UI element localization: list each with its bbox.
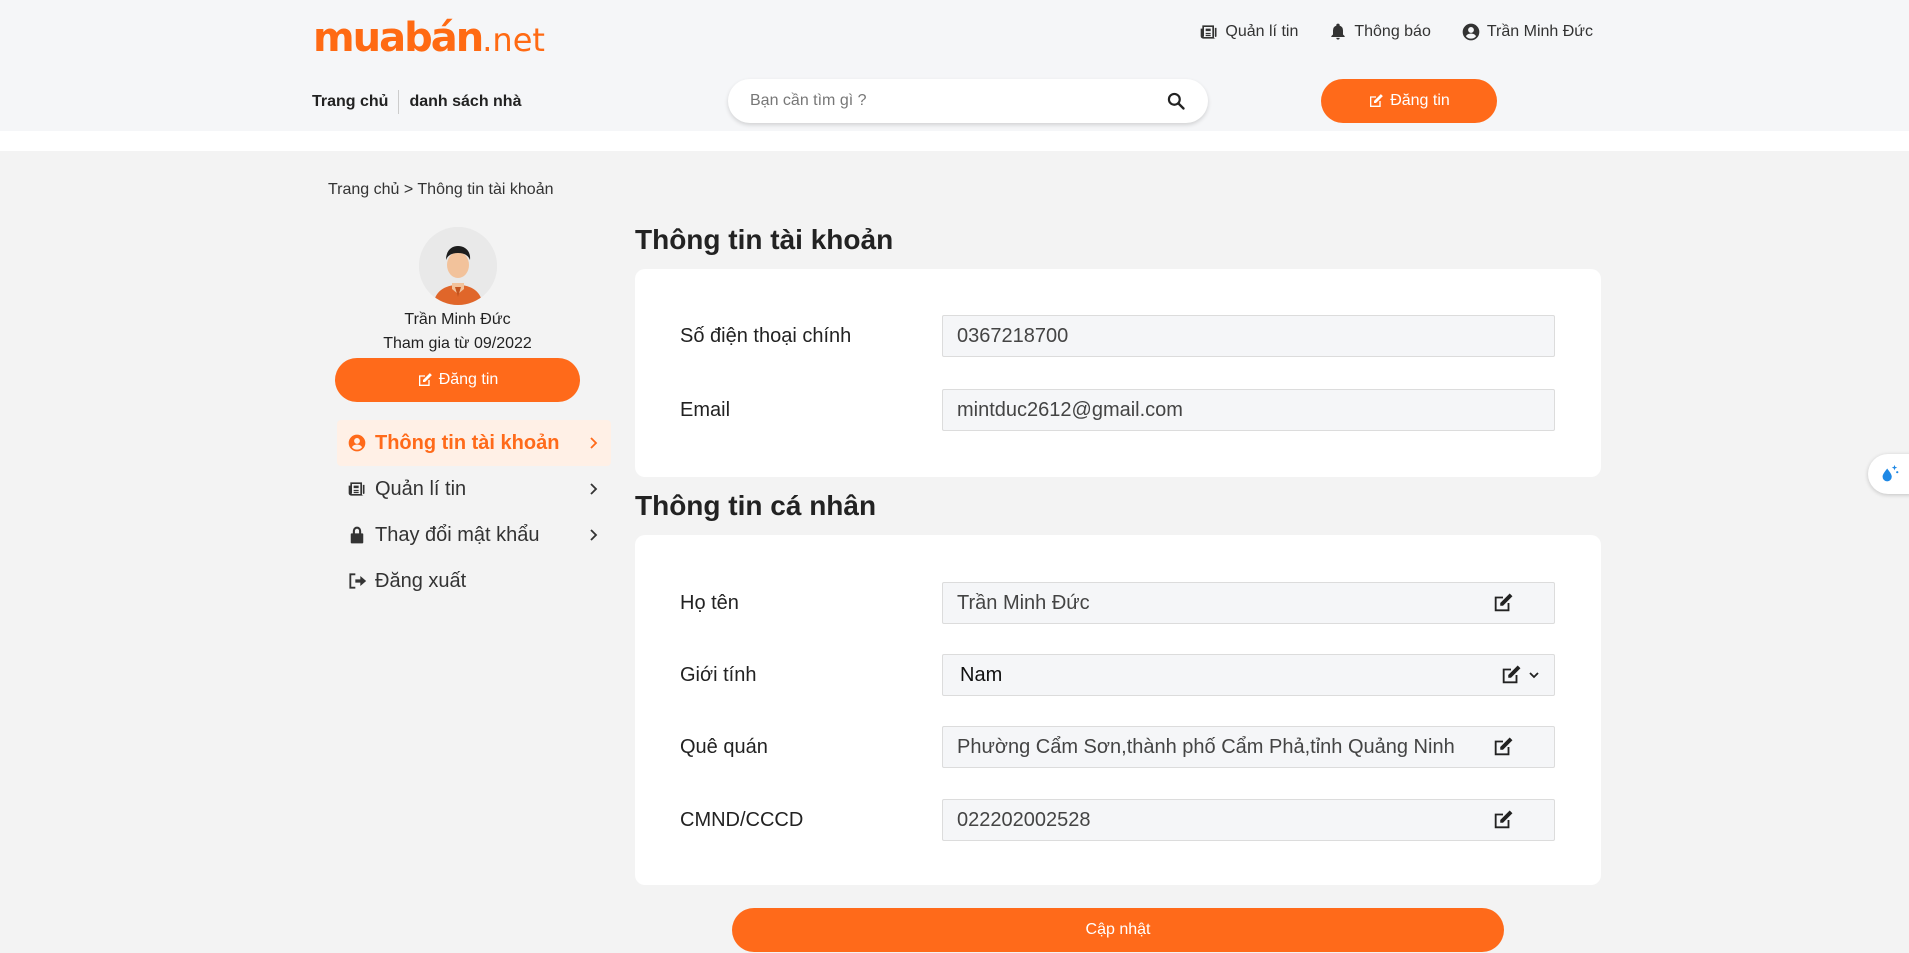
fullname-value: Trần Minh Đức bbox=[957, 591, 1090, 614]
logo-suffix: .net bbox=[482, 21, 545, 59]
email-label: Email bbox=[680, 398, 731, 421]
phone-label: Số điện thoại chính bbox=[680, 324, 852, 347]
edit-icon bbox=[1370, 94, 1384, 107]
chevron-right-icon bbox=[590, 529, 598, 541]
sidebar-item-label: Thay đổi mật khẩu bbox=[375, 523, 540, 546]
sidebar-item-account-info[interactable]: Thông tin tài khoản bbox=[337, 420, 611, 466]
manage-posts-label: Quản lí tin bbox=[1225, 23, 1299, 40]
personal-info-card: Họ tên Trần Minh Đức Giới tính Nam Quê q… bbox=[635, 535, 1601, 885]
phone-value: 0367218700 bbox=[957, 324, 1069, 347]
user-menu-link[interactable]: Trần Minh Đức bbox=[1461, 22, 1593, 42]
chevron-down-icon bbox=[1529, 672, 1539, 679]
phone-field: 0367218700 bbox=[942, 315, 1555, 357]
search-box bbox=[728, 79, 1208, 123]
notifications-label: Thông báo bbox=[1354, 23, 1431, 40]
account-info-title: Thông tin tài khoản bbox=[635, 224, 894, 255]
gender-label: Giới tính bbox=[680, 663, 757, 686]
avatar bbox=[418, 227, 497, 305]
sidebar-item-manage-posts[interactable]: Quản lí tin bbox=[337, 466, 611, 512]
sign-out-icon bbox=[347, 571, 367, 591]
email-value: mintduc2612@gmail.com bbox=[957, 398, 1183, 421]
search-icon[interactable] bbox=[1166, 91, 1186, 111]
gender-value: Nam bbox=[960, 663, 1003, 686]
header: muabán.net Quản lí tin Thông báo Trần Mi… bbox=[0, 0, 1909, 131]
logo[interactable]: muabán.net bbox=[313, 14, 545, 64]
gender-select[interactable]: Nam bbox=[942, 654, 1555, 696]
nav-home[interactable]: Trang chủ bbox=[312, 93, 388, 111]
account-info-card: Số điện thoại chính 0367218700 Email min… bbox=[635, 269, 1601, 477]
top-links: Quản lí tin Thông báo Trần Minh Đức bbox=[1199, 22, 1593, 42]
floating-assistant-button[interactable] bbox=[1868, 454, 1909, 494]
notifications-link[interactable]: Thông báo bbox=[1328, 22, 1431, 42]
sidebar-item-label: Thông tin tài khoản bbox=[375, 431, 560, 454]
hometown-label: Quê quán bbox=[680, 735, 768, 758]
profile-joined-date: Tham gia từ 09/2022 bbox=[383, 335, 532, 352]
edit-icon bbox=[418, 373, 432, 386]
fullname-field[interactable]: Trần Minh Đức bbox=[942, 582, 1555, 624]
hometown-row: Quê quán Phường Cẩm Sơn,thành phố Cẩm Ph… bbox=[680, 726, 1556, 768]
edit-icon[interactable] bbox=[1492, 809, 1514, 831]
chevron-right-icon bbox=[590, 437, 598, 449]
gender-row: Giới tính Nam bbox=[680, 654, 1556, 696]
profile-card: Trần Minh Đức Tham gia từ 09/2022 Đăng t… bbox=[335, 227, 580, 402]
id-card-field[interactable]: 022202002528 bbox=[942, 799, 1555, 841]
logo-main: muabán bbox=[313, 15, 484, 61]
water-drop-sparkle-icon bbox=[1882, 464, 1899, 482]
avatar-illustration bbox=[418, 227, 497, 305]
personal-info-title: Thông tin cá nhân bbox=[635, 490, 877, 521]
update-button[interactable]: Cập nhật bbox=[732, 908, 1504, 952]
chevron-right-icon bbox=[590, 483, 598, 495]
profile-name: Trần Minh Đức bbox=[404, 311, 511, 328]
id-card-value: 022202002528 bbox=[957, 808, 1091, 831]
sidebar-menu: Thông tin tài khoản Quản lí tin Thay đổi… bbox=[337, 420, 611, 604]
sidebar-item-change-password[interactable]: Thay đổi mật khẩu bbox=[337, 512, 611, 558]
manage-posts-link[interactable]: Quản lí tin bbox=[1199, 22, 1298, 42]
header-divider-band bbox=[0, 131, 1909, 151]
edit-icon[interactable] bbox=[1500, 664, 1522, 686]
id-card-row: CMND/CCCD 022202002528 bbox=[680, 799, 1556, 841]
hometown-field[interactable]: Phường Cẩm Sơn,thành phố Cẩm Phả,tỉnh Qu… bbox=[942, 726, 1555, 768]
fullname-row: Họ tên Trần Minh Đức bbox=[680, 582, 1556, 624]
search-input[interactable] bbox=[750, 92, 1166, 110]
sidebar-post-button[interactable]: Đăng tin bbox=[335, 358, 580, 402]
hometown-value: Phường Cẩm Sơn,thành phố Cẩm Phả,tỉnh Qu… bbox=[957, 735, 1455, 758]
user-circle-icon bbox=[1462, 23, 1480, 41]
header-post-label: Đăng tin bbox=[1390, 92, 1450, 109]
header-post-button[interactable]: Đăng tin bbox=[1321, 79, 1497, 123]
bell-icon bbox=[1331, 23, 1346, 40]
sidebar-item-logout[interactable]: Đăng xuất bbox=[337, 558, 611, 604]
sidebar-item-label: Đăng xuất bbox=[375, 569, 467, 592]
newspaper-icon bbox=[1201, 25, 1217, 39]
id-card-label: CMND/CCCD bbox=[680, 808, 804, 831]
breadcrumb: Trang chủ > Thông tin tài khoản bbox=[328, 181, 554, 198]
user-name-label: Trần Minh Đức bbox=[1486, 23, 1593, 40]
edit-icon[interactable] bbox=[1492, 736, 1514, 758]
sidebar-item-label: Quản lí tin bbox=[375, 477, 467, 500]
email-row: Email mintduc2612@gmail.com bbox=[680, 389, 1556, 431]
sidebar-post-label: Đăng tin bbox=[438, 371, 499, 388]
nav-divider bbox=[398, 90, 400, 114]
main-nav: Trang chủ danh sách nhà bbox=[312, 90, 521, 114]
lock-icon bbox=[347, 525, 367, 545]
nav-house-list[interactable]: danh sách nhà bbox=[409, 93, 521, 111]
newspaper-icon bbox=[347, 479, 367, 499]
user-circle-icon bbox=[347, 433, 367, 453]
email-field: mintduc2612@gmail.com bbox=[942, 389, 1555, 431]
phone-row: Số điện thoại chính 0367218700 bbox=[680, 315, 1556, 357]
fullname-label: Họ tên bbox=[680, 591, 739, 614]
edit-icon[interactable] bbox=[1492, 592, 1514, 614]
